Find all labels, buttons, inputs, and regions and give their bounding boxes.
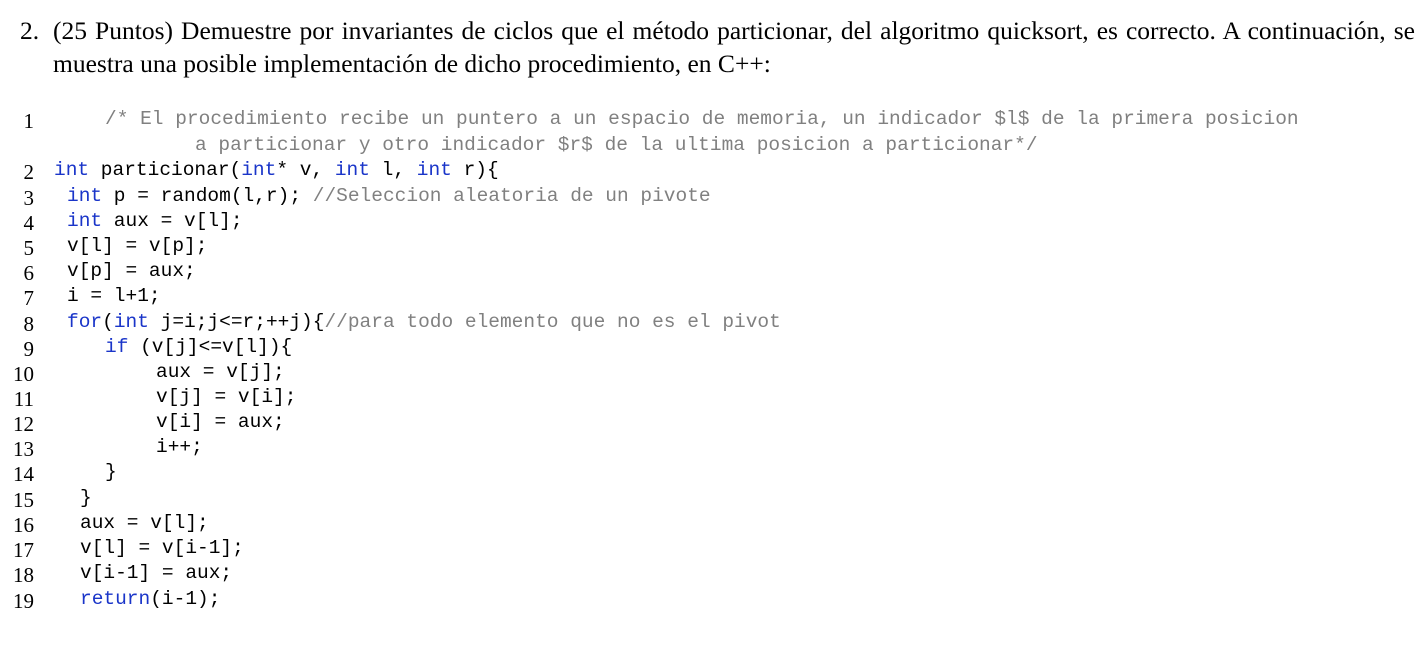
code-keyword: int: [113, 311, 149, 333]
line-number: 8: [23, 312, 35, 336]
code-text: (v[j]<=v[l]){: [128, 336, 293, 358]
code-text: i = l+1;: [67, 285, 161, 307]
code-line: v[l] = v[p];: [67, 235, 207, 257]
code-text: aux = v[l];: [102, 210, 243, 232]
line-number: 15: [13, 488, 34, 512]
code-comment: a particionar y otro indicador $r$ de la…: [195, 134, 1038, 156]
code-text: v[i] = aux;: [156, 411, 285, 433]
line-number: 2: [23, 160, 35, 184]
code-keyword: if: [105, 336, 129, 358]
code-text: v[p] = aux;: [67, 260, 196, 282]
code-text: j=i;j<=r;++j){: [148, 311, 325, 333]
code-text: particionar(: [89, 159, 242, 181]
code-line: v[l] = v[i-1];: [80, 537, 244, 559]
line-number: 14: [13, 462, 34, 486]
code-text: (i-1);: [150, 588, 221, 610]
code-line: aux = v[j];: [156, 361, 285, 383]
line-number: 1: [23, 109, 35, 133]
line-number: 12: [13, 412, 34, 436]
code-line: v[i-1] = aux;: [80, 562, 232, 584]
code-line: v[i] = aux;: [156, 411, 285, 433]
code-line: int aux = v[l];: [67, 210, 243, 232]
line-number: 7: [23, 286, 35, 310]
code-text: }: [80, 487, 92, 509]
line-number: 17: [13, 538, 34, 562]
line-number: 19: [13, 589, 34, 613]
code-keyword: int: [54, 159, 90, 181]
line-number: 10: [13, 362, 34, 386]
code-line: return(i-1);: [80, 588, 220, 610]
code-comment: //para todo elemento que no es el pivot: [324, 311, 781, 333]
code-line: int p = random(l,r); //Seleccion aleator…: [67, 185, 711, 207]
line-number: 3: [23, 186, 35, 210]
code-line: }: [105, 461, 117, 483]
code-text: l,: [369, 159, 417, 181]
code-keyword: int: [334, 159, 370, 181]
line-number: 9: [23, 337, 35, 361]
code-text: (: [102, 311, 114, 333]
code-text: v[l] = v[i-1];: [80, 537, 244, 559]
code-line: }: [80, 487, 92, 509]
code-text: v[l] = v[p];: [67, 235, 208, 257]
problem-statement: 2. (25 Puntos) Demuestre por invariantes…: [20, 14, 1415, 80]
line-number: 13: [13, 437, 34, 461]
code-line: i++;: [156, 436, 203, 458]
code-keyword: int: [67, 185, 103, 207]
code-text: p = random(l,r);: [102, 185, 313, 207]
line-number: 18: [13, 563, 34, 587]
code-line: if (v[j]<=v[l]){: [105, 336, 292, 358]
line-number: 5: [23, 236, 35, 260]
problem-text: (25 Puntos) Demuestre por invariantes de…: [53, 16, 1415, 78]
line-number: 4: [23, 211, 35, 235]
code-text: v[i-1] = aux;: [80, 562, 233, 584]
code-keyword: for: [67, 311, 103, 333]
code-text: aux = v[l];: [80, 512, 209, 534]
code-text: }: [105, 461, 117, 483]
code-line: a particionar y otro indicador $r$ de la…: [195, 134, 1038, 156]
problem-number: 2.: [20, 16, 40, 45]
code-comment: /* El procedimiento recibe un puntero a …: [105, 108, 1299, 130]
line-number: 6: [23, 261, 35, 285]
code-line: int particionar(int* v, int l, int r){: [54, 159, 499, 181]
code-keyword: int: [416, 159, 452, 181]
code-keyword: return: [80, 588, 151, 610]
code-keyword: int: [67, 210, 103, 232]
code-line: aux = v[l];: [80, 512, 209, 534]
code-text: aux = v[j];: [156, 361, 285, 383]
code-text: i++;: [156, 436, 203, 458]
code-text: v[j] = v[i];: [156, 386, 297, 408]
code-line: v[p] = aux;: [67, 260, 196, 282]
code-comment: //Seleccion aleatoria de un pivote: [312, 185, 711, 207]
line-number: 16: [13, 513, 34, 537]
line-number: 11: [13, 387, 34, 411]
code-line: /* El procedimiento recibe un puntero a …: [105, 108, 1299, 130]
code-line: v[j] = v[i];: [156, 386, 296, 408]
code-line: i = l+1;: [67, 285, 161, 307]
code-text: * v,: [276, 159, 335, 181]
code-text: r){: [451, 159, 499, 181]
code-keyword: int: [241, 159, 277, 181]
code-line: for(int j=i;j<=r;++j){//para todo elemen…: [67, 311, 781, 333]
